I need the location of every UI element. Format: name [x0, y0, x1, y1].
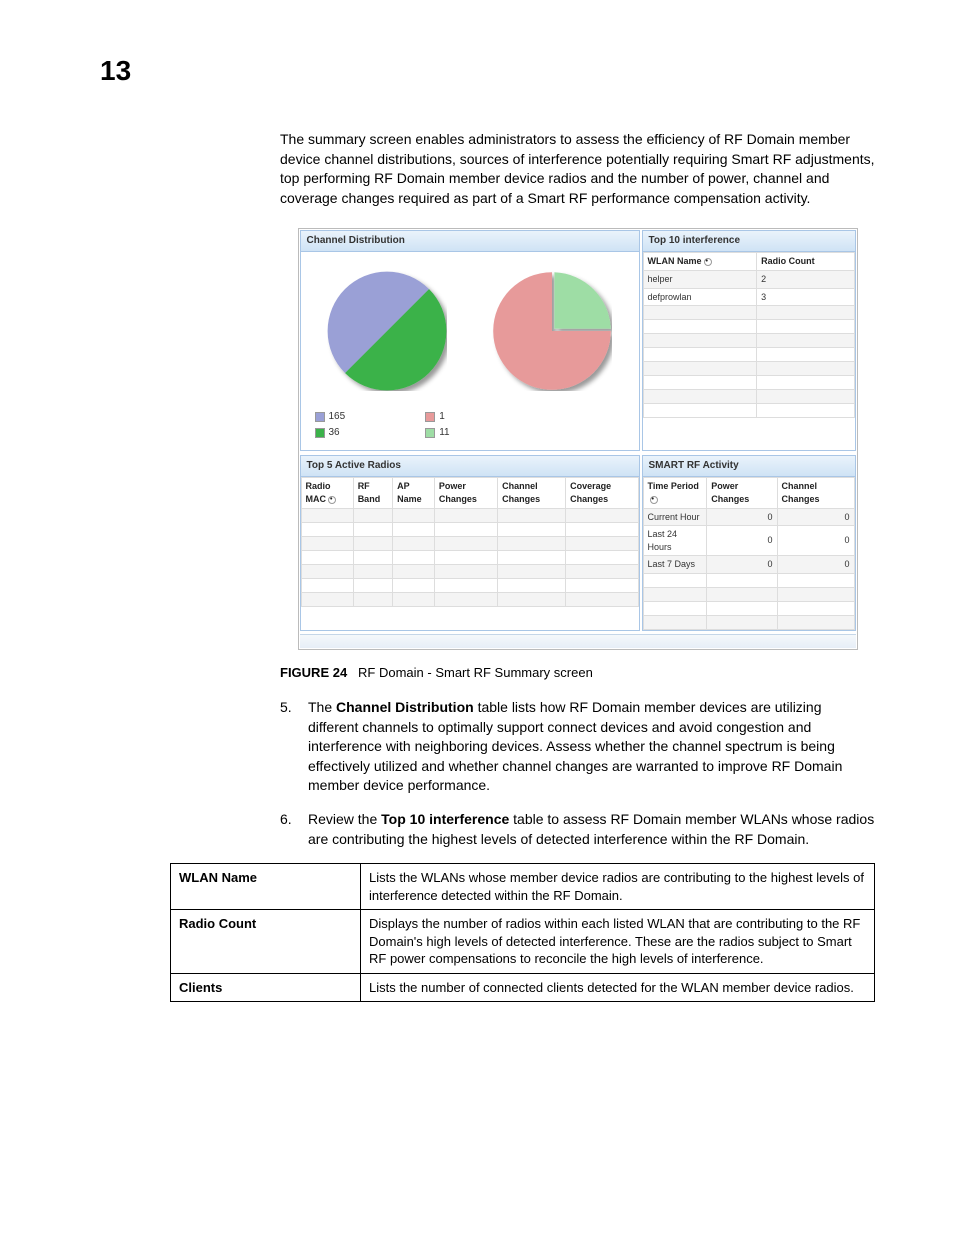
- table-row: [643, 348, 854, 362]
- sort-indicator-icon: [328, 496, 336, 504]
- screenshot-footer-bar: [300, 634, 856, 648]
- smartrf-header: SMART RF Activity: [643, 456, 855, 477]
- sort-indicator-icon: [650, 496, 658, 504]
- table-row: Last 24 Hours00: [643, 526, 854, 556]
- top5-header: Top 5 Active Radios: [301, 456, 639, 477]
- def-desc: Displays the number of radios within eac…: [361, 910, 875, 974]
- figure-caption-text: RF Domain - Smart RF Summary screen: [358, 665, 593, 680]
- channel-distribution-panel: Channel Distribution: [300, 230, 640, 451]
- step-number: 6.: [280, 810, 308, 849]
- legend-swatch: [425, 412, 435, 422]
- legend-swatch: [315, 428, 325, 438]
- def-term: Radio Count: [171, 910, 361, 974]
- top10-col-radiocount[interactable]: Radio Count: [757, 253, 854, 271]
- table-row: [643, 587, 854, 601]
- table-row: [301, 508, 638, 522]
- top5-col-apname[interactable]: AP Name: [393, 478, 435, 508]
- legend-label: 1: [439, 410, 445, 424]
- table-row: defprowlan3: [643, 288, 854, 306]
- table-row: Current Hour00: [643, 508, 854, 526]
- legend-label: 165: [329, 410, 346, 424]
- smartrf-col-period[interactable]: Time Period: [643, 478, 707, 508]
- legend-label: 36: [329, 426, 340, 440]
- step-5: 5. The Channel Distribution table lists …: [280, 698, 875, 796]
- smartrf-col-channel[interactable]: Channel Changes: [777, 478, 854, 508]
- top10-table: WLAN Name Radio Count helper2 defprowlan…: [643, 252, 855, 418]
- table-row: [643, 573, 854, 587]
- def-term: WLAN Name: [171, 864, 361, 910]
- table-row: helper2: [643, 270, 854, 288]
- step-text: The Channel Distribution table lists how…: [308, 698, 875, 796]
- top5-active-radios-panel: Top 5 Active Radios Radio MAC RF Band AP…: [300, 455, 640, 631]
- table-row: [643, 334, 854, 348]
- table-row: Last 7 Days00: [643, 556, 854, 574]
- channel-distribution-header: Channel Distribution: [301, 231, 639, 252]
- table-row: [643, 306, 854, 320]
- def-row-wlan-name: WLAN Name Lists the WLANs whose member d…: [171, 864, 875, 910]
- table-row: [643, 615, 854, 629]
- table-row: [301, 550, 638, 564]
- table-row: [643, 320, 854, 334]
- chart-legend: 165 36 1 11: [305, 406, 635, 446]
- top10-interference-panel: Top 10 interference WLAN Name Radio Coun…: [642, 230, 856, 451]
- step-list: 5. The Channel Distribution table lists …: [280, 698, 875, 849]
- def-desc: Lists the WLANs whose member device radi…: [361, 864, 875, 910]
- table-row: [643, 601, 854, 615]
- table-row: [643, 376, 854, 390]
- smart-rf-activity-panel: SMART RF Activity Time Period Power Chan…: [642, 455, 856, 631]
- smart-rf-summary-screenshot: Channel Distribution: [298, 228, 858, 650]
- def-term: Clients: [171, 973, 361, 1002]
- intro-paragraph: The summary screen enables administrator…: [280, 130, 875, 208]
- def-desc: Lists the number of connected clients de…: [361, 973, 875, 1002]
- figure-label: FIGURE 24: [280, 665, 347, 680]
- top5-col-coverage[interactable]: Coverage Changes: [566, 478, 638, 508]
- step-text: Review the Top 10 interference table to …: [308, 810, 875, 849]
- table-row: [301, 578, 638, 592]
- top10-header: Top 10 interference: [643, 231, 855, 252]
- legend-swatch: [315, 412, 325, 422]
- table-row: [301, 564, 638, 578]
- def-row-radio-count: Radio Count Displays the number of radio…: [171, 910, 875, 974]
- definition-table: WLAN Name Lists the WLANs whose member d…: [170, 863, 875, 1002]
- step-6: 6. Review the Top 10 interference table …: [280, 810, 875, 849]
- pie-chart-right: [492, 271, 612, 391]
- table-row: [643, 362, 854, 376]
- table-row: [643, 390, 854, 404]
- top10-col-wlan[interactable]: WLAN Name: [643, 253, 757, 271]
- top5-col-mac[interactable]: Radio MAC: [301, 478, 353, 508]
- smartrf-table: Time Period Power Changes Channel Change…: [643, 477, 855, 630]
- pie-chart-left: [327, 271, 447, 391]
- table-row: [643, 404, 854, 418]
- figure-caption: FIGURE 24 RF Domain - Smart RF Summary s…: [280, 665, 875, 680]
- step-number: 5.: [280, 698, 308, 796]
- top5-col-power[interactable]: Power Changes: [434, 478, 497, 508]
- table-row: [301, 536, 638, 550]
- top5-col-rfband[interactable]: RF Band: [353, 478, 392, 508]
- page-number: 13: [100, 55, 131, 87]
- legend-label: 11: [439, 426, 449, 440]
- sort-indicator-icon: [704, 258, 712, 266]
- table-row: [301, 522, 638, 536]
- top5-table: Radio MAC RF Band AP Name Power Changes …: [301, 477, 639, 606]
- table-row: [301, 592, 638, 606]
- smartrf-col-power[interactable]: Power Changes: [707, 478, 777, 508]
- legend-swatch: [425, 428, 435, 438]
- top5-col-channel[interactable]: Channel Changes: [498, 478, 566, 508]
- def-row-clients: Clients Lists the number of connected cl…: [171, 973, 875, 1002]
